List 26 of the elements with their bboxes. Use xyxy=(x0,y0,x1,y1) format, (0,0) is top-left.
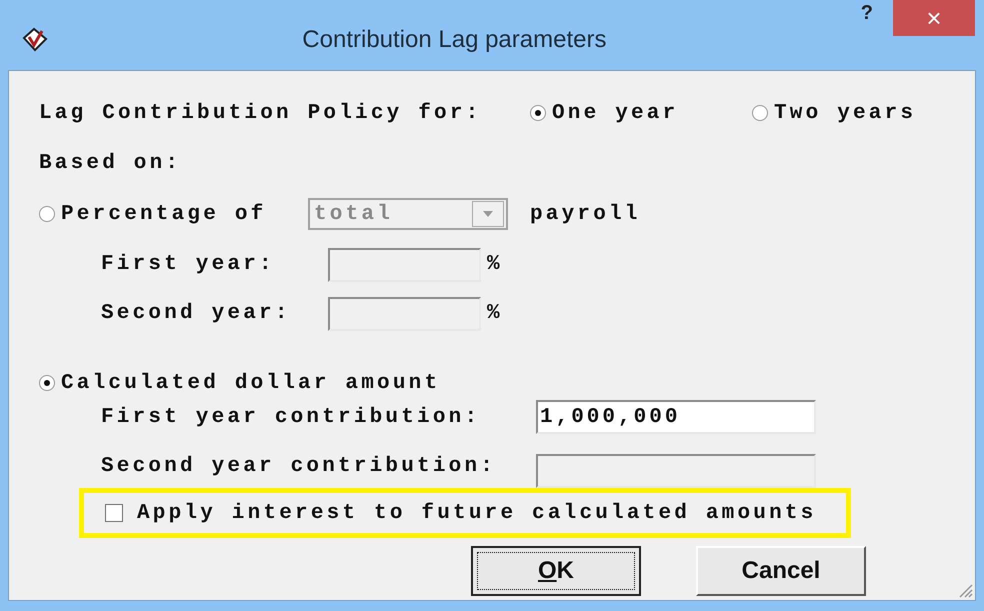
help-button[interactable]: ? xyxy=(860,0,873,26)
radio-button[interactable] xyxy=(530,105,546,121)
radio-label: Two years xyxy=(774,102,918,124)
policy-label: Lag Contribution Policy for: xyxy=(39,102,482,124)
app-logo-icon xyxy=(22,26,48,52)
checkbox[interactable] xyxy=(105,504,123,522)
field-label: First year: xyxy=(101,253,276,276)
section-label: Based on: xyxy=(39,152,182,174)
radio-button[interactable] xyxy=(39,375,55,391)
close-button[interactable]: × xyxy=(893,0,975,36)
radio-button[interactable] xyxy=(39,206,55,222)
field-label: First year contribution: xyxy=(101,406,482,428)
radio-label: One year xyxy=(552,102,680,124)
field-label: Second year contribution: xyxy=(101,455,498,478)
field-label: Second year: xyxy=(101,302,292,325)
percent-sign: % xyxy=(487,302,503,325)
window-title: Contribution Lag parameters xyxy=(301,26,608,54)
checkbox-label: Apply interest to future calculated amounts xyxy=(137,502,816,524)
ok-button[interactable]: OK xyxy=(471,546,641,596)
radio-label: Percentage of xyxy=(61,202,268,226)
amount-field[interactable]: 1,000,000 xyxy=(536,400,816,434)
percent-sign: % xyxy=(487,253,503,276)
radio-button[interactable] xyxy=(752,105,768,121)
cancel-button[interactable]: Cancel xyxy=(696,546,866,596)
payroll-label: payroll xyxy=(530,202,641,226)
radio-label: Calculated dollar amount xyxy=(61,372,440,394)
